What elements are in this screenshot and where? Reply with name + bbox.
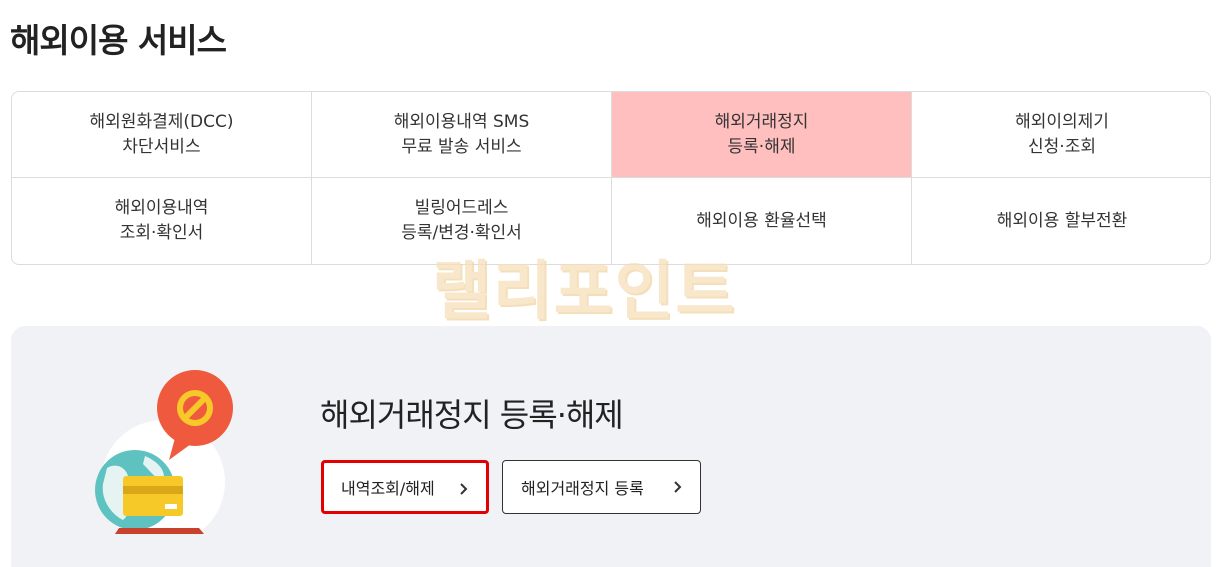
service-item-line2: 차단서비스	[122, 136, 201, 157]
detail-panel: 해외거래정지 등록·해제 내역조회/해제 해외거래정지 등록	[11, 326, 1211, 567]
service-item-line1: 해외이용 할부전환	[996, 210, 1128, 231]
page-title: 해외이용 서비스	[10, 21, 227, 60]
service-item-line2: 등록·해제	[727, 136, 796, 157]
register-stop-button[interactable]: 해외거래정지 등록	[502, 460, 701, 514]
service-menu-grid: 해외원화결제(DCC) 차단서비스 해외이용내역 SMS 무료 발송 서비스 해…	[11, 91, 1211, 265]
history-cancel-button[interactable]: 내역조회/해제	[321, 460, 489, 514]
service-item-line1: 해외거래정지	[714, 111, 809, 132]
service-item-dcc-block[interactable]: 해외원화결제(DCC) 차단서비스	[12, 92, 312, 178]
service-item-line1: 해외원화결제(DCC)	[89, 111, 234, 132]
service-item-line2: 조회·확인서	[119, 223, 204, 243]
service-item-usage-history[interactable]: 해외이용내역 조회·확인서	[12, 178, 312, 264]
service-item-line2: 무료 발송 서비스	[401, 136, 522, 157]
service-item-line2: 신청·조회	[1028, 136, 1096, 157]
service-item-line1: 빌링어드레스	[414, 198, 509, 218]
detail-title: 해외거래정지 등록·해제	[320, 396, 624, 434]
service-item-dispute[interactable]: 해외이의제기 신청·조회	[912, 92, 1210, 178]
service-item-installment[interactable]: 해외이용 할부전환	[912, 178, 1210, 264]
service-item-line1: 해외이용내역	[114, 198, 209, 218]
service-item-sms-notice[interactable]: 해외이용내역 SMS 무료 발송 서비스	[312, 92, 612, 178]
service-item-line1: 해외이용 환율선택	[696, 210, 827, 231]
service-item-line2: 등록/변경·확인서	[401, 223, 522, 243]
register-stop-label: 해외거래정지 등록	[521, 479, 644, 498]
chevron-right-icon	[674, 481, 682, 493]
service-item-transaction-stop[interactable]: 해외거래정지 등록·해제	[612, 92, 912, 178]
service-item-billing-address[interactable]: 빌링어드레스 등록/변경·확인서	[312, 178, 612, 264]
service-item-line1: 해외이용내역 SMS	[393, 111, 530, 132]
history-cancel-label: 내역조회/해제	[341, 479, 435, 498]
service-item-exchange-rate[interactable]: 해외이용 환율선택	[612, 178, 912, 264]
globe-card-block-icon	[95, 370, 233, 534]
chevron-right-icon	[460, 483, 468, 495]
service-item-line1: 해외이의제기	[1015, 111, 1109, 132]
